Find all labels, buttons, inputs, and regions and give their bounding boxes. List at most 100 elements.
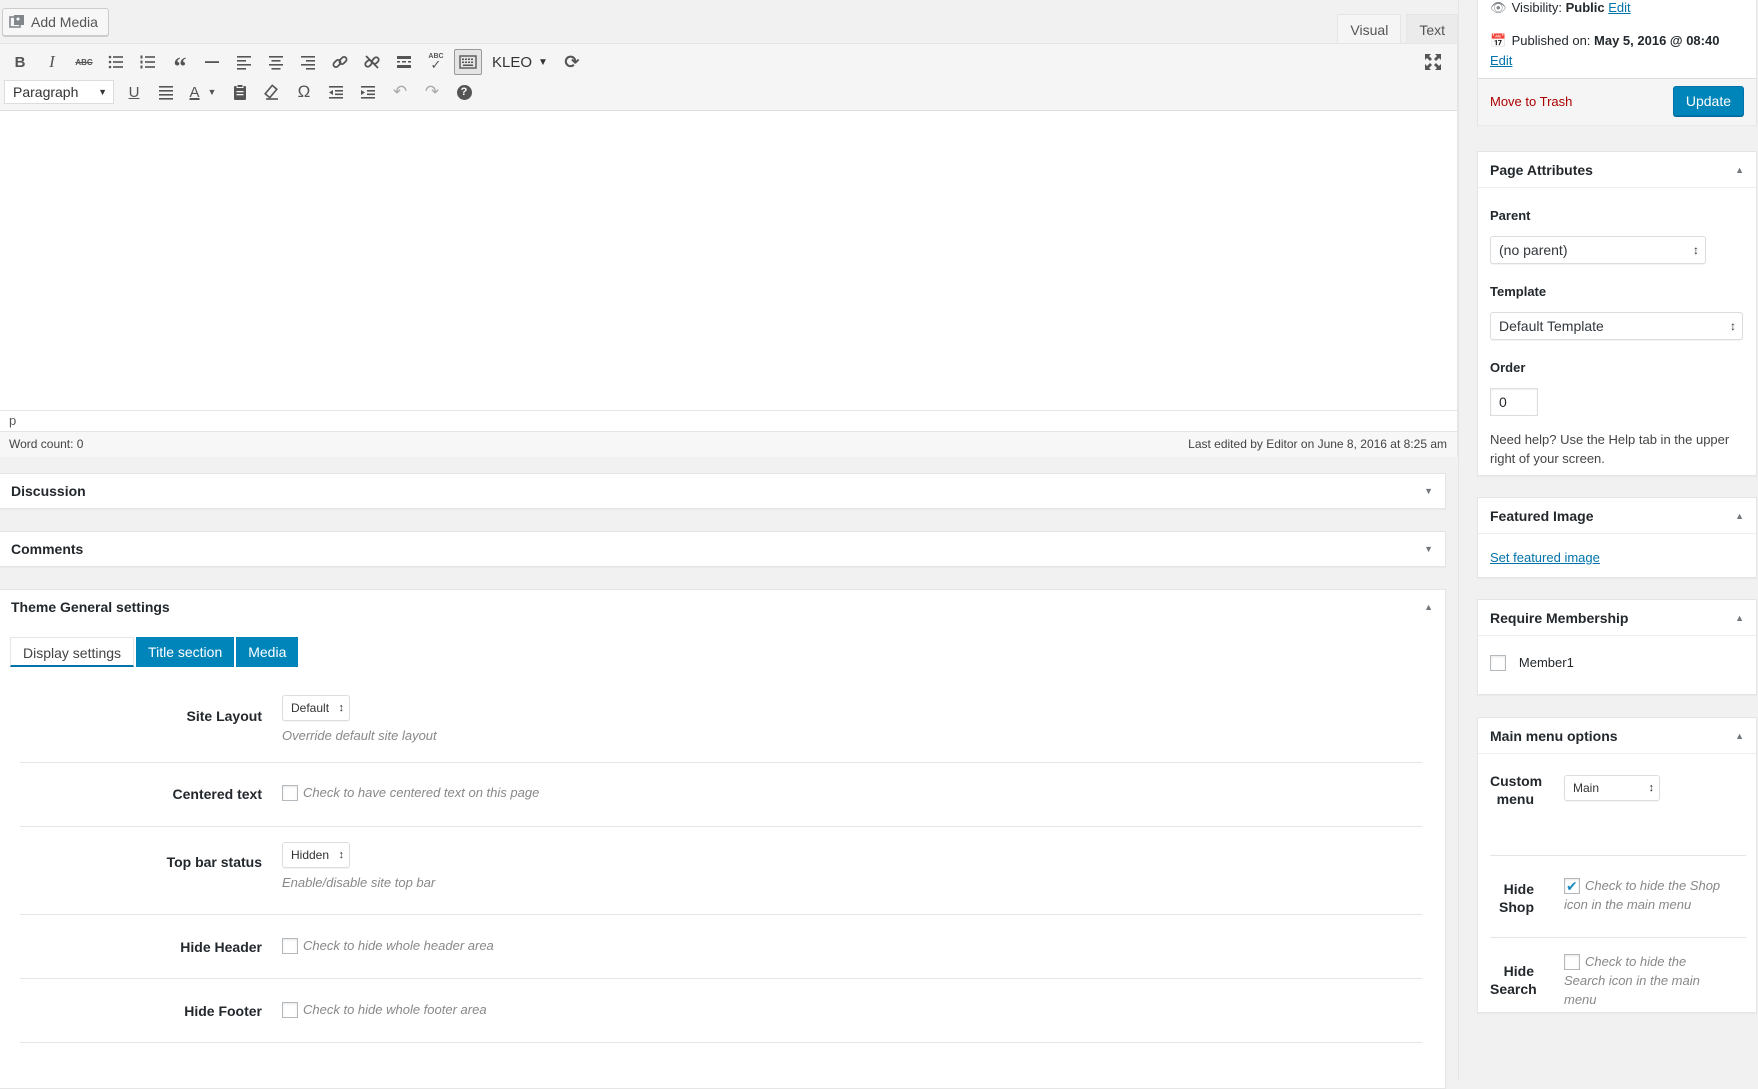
link-icon[interactable]	[324, 48, 356, 76]
template-select[interactable]: Default Template	[1490, 312, 1743, 340]
visibility-edit-link[interactable]: Edit	[1608, 0, 1630, 15]
featured-image-title[interactable]: Featured Image	[1478, 498, 1756, 534]
collapse-toggle-icon[interactable]: ▼	[1424, 474, 1433, 508]
format-select[interactable]: Paragraph	[4, 80, 114, 104]
tab-display-settings[interactable]: Display settings	[10, 637, 135, 667]
text-color-icon[interactable]: A ▼	[182, 78, 224, 106]
main-menu-options-box: Main menu options ▲ Custom menu Main Hid…	[1477, 717, 1757, 1013]
hide-search-control: Check to hide the Search icon in the mai…	[1564, 952, 1730, 1009]
eye-icon: 👁	[1490, 0, 1507, 15]
hide-footer-checkbox[interactable]	[282, 1002, 298, 1019]
hide-header-checkbox[interactable]	[282, 938, 298, 955]
align-center-icon[interactable]	[260, 48, 292, 76]
custom-menu-label: Custom menu	[1490, 772, 1542, 808]
visibility-line: 👁 Visibility: Public Edit	[1490, 0, 1631, 16]
undo-icon[interactable]: ↶	[384, 78, 416, 106]
tab-visual[interactable]: Visual	[1337, 14, 1402, 44]
collapse-toggle-icon[interactable]: ▲	[1735, 600, 1744, 636]
parent-select[interactable]: (no parent)	[1490, 236, 1706, 264]
require-membership-title[interactable]: Require Membership	[1478, 600, 1756, 636]
element-path: p	[0, 410, 1457, 431]
toolbar-row-2: Paragraph U A▼ Ω ↶ ↷ ?	[4, 78, 480, 106]
redo-icon[interactable]: ↷	[416, 78, 448, 106]
toolbar-row-1: B I ABC “ ABC ✓ KLEO ▼ ⟳	[4, 48, 588, 80]
top-bar-status-select[interactable]: Hidden	[282, 842, 351, 868]
main-menu-options-title[interactable]: Main menu options	[1478, 718, 1756, 754]
blockquote-icon[interactable]: “	[164, 48, 196, 80]
set-featured-image-link[interactable]: Set featured image	[1490, 550, 1744, 565]
update-button[interactable]: Update	[1672, 86, 1744, 116]
calendar-icon: 📅	[1490, 33, 1507, 48]
hide-search-row: Hide Search Check to hide the Search ico…	[1490, 938, 1746, 1010]
hide-footer-row: Hide Footer Check to hide whole footer a…	[20, 980, 1422, 1043]
editor-content-area[interactable]	[0, 111, 1457, 411]
add-media-button[interactable]: Add Media	[2, 8, 109, 36]
bullet-list-icon[interactable]	[100, 48, 132, 76]
unlink-icon[interactable]	[356, 48, 388, 76]
discussion-title[interactable]: Discussion	[0, 474, 1445, 508]
help-text: Need help? Use the Help tab in the upper…	[1490, 432, 1730, 466]
read-more-icon[interactable]	[388, 48, 420, 76]
tab-text[interactable]: Text	[1406, 14, 1458, 44]
add-media-label: Add Media	[31, 14, 98, 30]
published-edit-link[interactable]: Edit	[1490, 53, 1512, 68]
custom-menu-label-line-1: Custom	[1490, 773, 1543, 789]
horizontal-line-icon[interactable]	[196, 48, 228, 76]
align-right-icon[interactable]	[292, 48, 324, 76]
hide-shop-label: Hide Shop	[1490, 880, 1534, 916]
tab-media[interactable]: Media	[236, 637, 299, 667]
hide-shop-row: Hide Shop Check to hide the Shop icon in…	[1490, 856, 1746, 938]
centered-text-row: Centered text Check to have centered tex…	[20, 764, 1422, 827]
spellcheck-icon[interactable]: ABC ✓	[420, 48, 452, 76]
centered-text-checkbox[interactable]	[282, 785, 298, 802]
collapse-toggle-icon[interactable]: ▼	[1424, 532, 1433, 566]
hide-search-label: Hide Search	[1490, 962, 1537, 998]
featured-image-box: Featured Image ▲ Set featured image	[1477, 497, 1757, 578]
theme-settings-title[interactable]: Theme General settings	[0, 590, 1445, 624]
refresh-icon[interactable]: ⟳	[556, 48, 588, 76]
special-character-icon[interactable]: Ω	[288, 78, 320, 106]
page-attributes-title[interactable]: Page Attributes	[1478, 152, 1756, 188]
custom-menu-select[interactable]: Main	[1564, 775, 1660, 801]
kleo-shortcodes-menu[interactable]: KLEO ▼	[484, 48, 556, 76]
hide-search-checkbox[interactable]	[1564, 954, 1580, 971]
chevron-down-icon: ▼	[538, 56, 548, 68]
underline-icon[interactable]: U	[118, 78, 150, 106]
strikethrough-icon[interactable]: ABC	[68, 48, 100, 76]
toolbar-toggle-icon[interactable]	[454, 49, 482, 75]
collapse-toggle-icon[interactable]: ▲	[1424, 590, 1433, 624]
indent-icon[interactable]	[352, 78, 384, 106]
tab-title-section[interactable]: Title section	[136, 637, 235, 667]
hide-footer-label: Hide Footer	[184, 1003, 262, 1019]
italic-icon[interactable]: I	[36, 48, 68, 76]
published-line: 📅 Published on: May 5, 2016 @ 08:40 Edit	[1490, 31, 1750, 71]
align-left-icon[interactable]	[228, 48, 260, 76]
order-input[interactable]: 0	[1490, 388, 1538, 416]
hide-search-label-line-1: Hide	[1503, 963, 1534, 979]
collapse-toggle-icon[interactable]: ▲	[1735, 498, 1744, 534]
hide-header-description: Check to hide whole header area	[303, 938, 494, 953]
member1-checkbox[interactable]	[1490, 655, 1506, 672]
fullscreen-icon[interactable]	[1419, 48, 1447, 76]
outdent-icon[interactable]	[320, 78, 352, 106]
bold-icon[interactable]: B	[4, 48, 36, 76]
paste-text-icon[interactable]	[224, 78, 256, 106]
site-layout-select[interactable]: Default	[282, 695, 351, 721]
word-count: Word count: 0	[9, 437, 84, 451]
collapse-toggle-icon[interactable]: ▲	[1735, 152, 1744, 188]
collapse-toggle-icon[interactable]: ▲	[1735, 718, 1744, 754]
numbered-list-icon[interactable]	[132, 48, 164, 76]
justify-icon[interactable]	[150, 78, 182, 106]
clear-formatting-icon[interactable]	[256, 78, 288, 106]
last-edited: Last edited by Editor on June 8, 2016 at…	[1188, 437, 1447, 451]
order-label: Order	[1490, 360, 1526, 375]
comments-title[interactable]: Comments	[0, 532, 1445, 566]
member1-label: Member1	[1518, 655, 1574, 670]
published-value: May 5, 2016 @ 08:40	[1594, 33, 1720, 48]
hide-shop-checkbox[interactable]	[1564, 877, 1580, 895]
top-bar-status-row: Top bar status Hidden Enable/disable sit…	[20, 828, 1422, 915]
editor-status-bar: Word count: 0 Last edited by Editor on J…	[0, 431, 1457, 457]
top-bar-status-label: Top bar status	[166, 854, 262, 870]
help-icon[interactable]: ?	[448, 78, 480, 106]
move-to-trash-link[interactable]: Move to Trash	[1490, 94, 1572, 109]
